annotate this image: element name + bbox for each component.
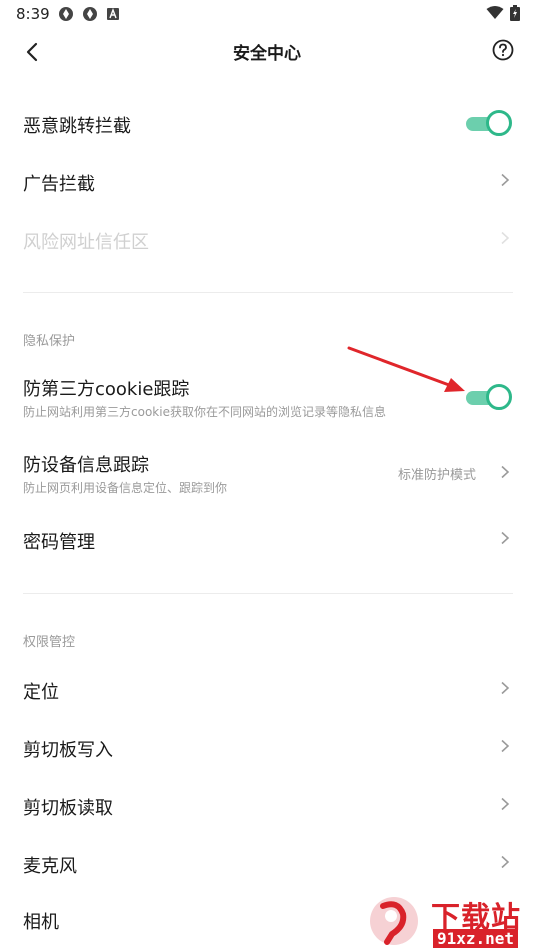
chevron-right-icon [501, 231, 510, 245]
battery-icon [510, 5, 520, 21]
ad-block-row[interactable]: 广告拦截 [0, 152, 534, 210]
status-time: 8:39 [16, 5, 50, 23]
third-party-cookie-toggle[interactable] [466, 384, 512, 410]
chevron-right-icon [501, 739, 510, 753]
font-notification-icon [107, 8, 119, 20]
ad-block-label: 广告拦截 [23, 174, 95, 195]
chevron-right-icon [501, 797, 510, 811]
device-tracking-description: 防止网页利用设备信息定位、跟踪到你 [23, 481, 228, 495]
malicious-redirect-label: 恶意跳转拦截 [23, 116, 131, 137]
app-notification-icon [59, 7, 73, 21]
device-tracking-label: 防设备信息跟踪 [23, 455, 149, 476]
malicious-redirect-toggle[interactable] [466, 110, 512, 136]
watermark-logo: 下载站 91xz.net [365, 892, 534, 950]
chevron-right-icon [501, 465, 510, 479]
help-icon [492, 39, 514, 61]
permission-item-label: 麦克风 [23, 856, 77, 877]
divider [23, 593, 513, 594]
device-tracking-mode: 标准防护模式 [397, 468, 476, 483]
risk-url-trust-label: 风险网址信任区 [23, 232, 149, 253]
status-notification-icons [58, 6, 120, 22]
chevron-right-icon [501, 855, 510, 869]
permissions-section-title: 权限管控 [23, 635, 76, 650]
header: 安全中心 [0, 28, 534, 76]
toggle-knob [486, 384, 512, 410]
wifi-icon [486, 6, 504, 19]
app-notification-icon [83, 7, 97, 21]
permission-item-label: 剪切板读取 [23, 798, 113, 819]
watermark-url: 91xz.net [433, 929, 519, 948]
status-system-icons [486, 5, 520, 21]
device-tracking-row[interactable]: 防设备信息跟踪 防止网页利用设备信息定位、跟踪到你 标准防护模式 [0, 440, 534, 504]
permission-item-label: 定位 [23, 682, 59, 703]
help-button[interactable] [490, 37, 516, 63]
password-management-label: 密码管理 [23, 532, 95, 553]
permission-item-location[interactable]: 定位 [0, 660, 534, 718]
chevron-right-icon [501, 531, 510, 545]
annotation-arrow [347, 346, 465, 392]
third-party-cookie-description: 防止网站利用第三方cookie获取你在不同网站的浏览记录等隐私信息 [23, 405, 386, 419]
permission-item-clipboard-write[interactable]: 剪切板写入 [0, 718, 534, 776]
privacy-section-title: 隐私保护 [23, 334, 76, 349]
divider [23, 292, 513, 293]
password-management-row[interactable]: 密码管理 [0, 510, 534, 568]
risk-url-trust-row[interactable]: 风险网址信任区 [0, 210, 534, 268]
permission-item-clipboard-read[interactable]: 剪切板读取 [0, 776, 534, 834]
third-party-cookie-label: 防第三方cookie跟踪 [23, 379, 190, 400]
page-title: 安全中心 [233, 44, 301, 64]
permission-item-microphone[interactable]: 麦克风 [0, 834, 534, 892]
chevron-right-icon [501, 681, 510, 695]
status-bar: 8:39 [0, 0, 534, 28]
toggle-knob [486, 110, 512, 136]
permission-item-label: 相机 [23, 912, 59, 933]
permission-item-label: 剪切板写入 [23, 740, 113, 761]
chevron-right-icon [501, 173, 510, 187]
malicious-redirect-row[interactable]: 恶意跳转拦截 [0, 94, 534, 152]
